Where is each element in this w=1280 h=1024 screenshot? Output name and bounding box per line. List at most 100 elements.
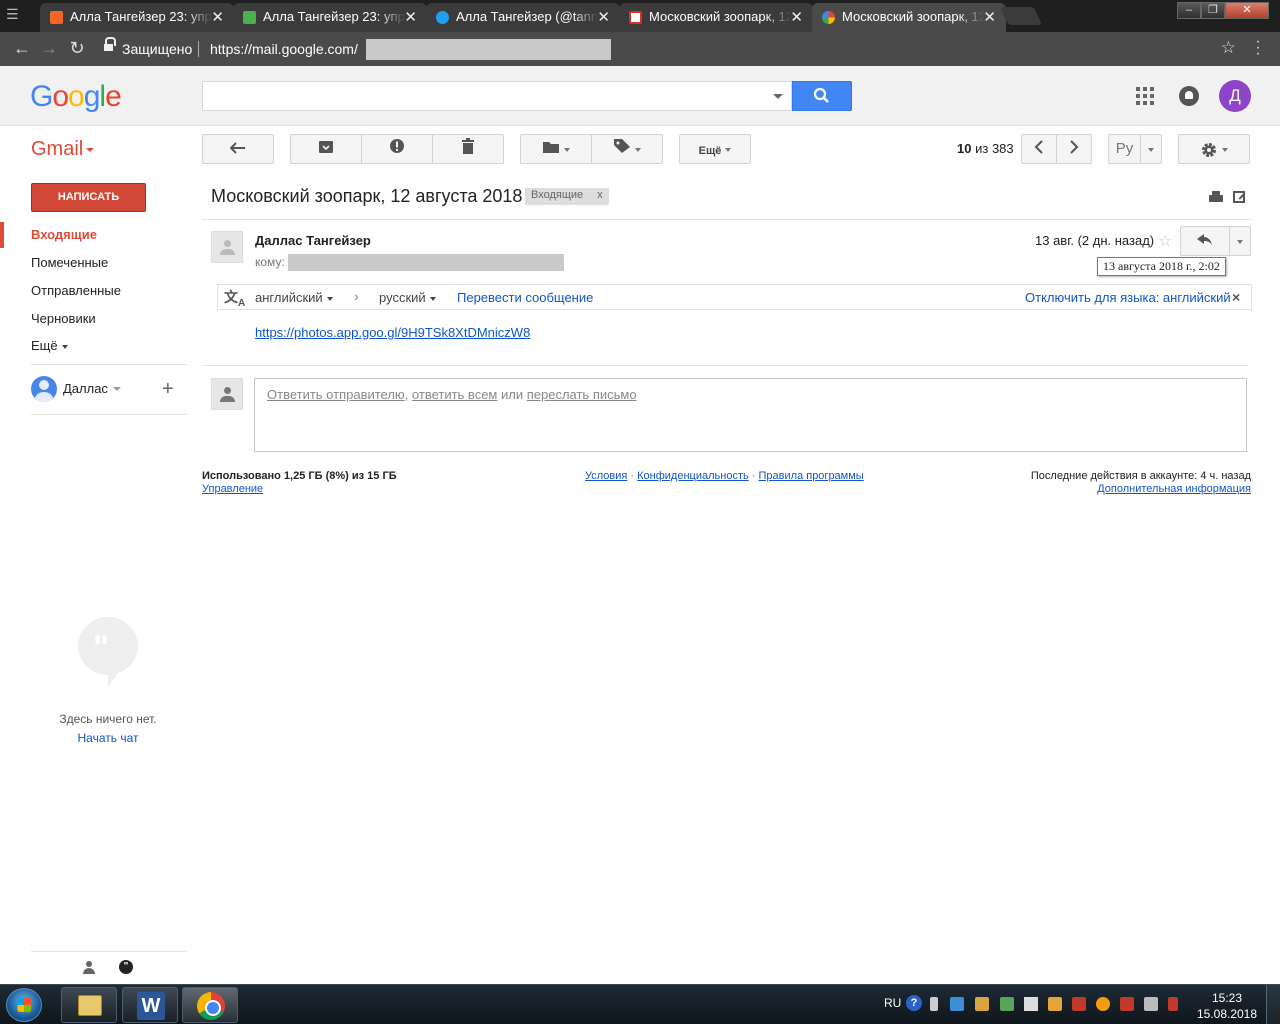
open-new-window-icon[interactable] <box>1233 191 1245 203</box>
nav-item-sent[interactable]: Отправленные <box>31 283 121 298</box>
menu-icon[interactable]: · · · <box>1252 34 1264 62</box>
search-button[interactable] <box>792 81 852 111</box>
move-to-button[interactable] <box>520 134 592 164</box>
tray-app-icon[interactable] <box>1072 997 1086 1011</box>
tab-close-icon[interactable]: ✕ <box>597 8 610 26</box>
search-icon <box>813 87 829 103</box>
back-to-inbox-button[interactable] <box>202 134 274 164</box>
contacts-person-icon[interactable] <box>82 961 96 975</box>
lock-icon <box>104 37 116 53</box>
account-avatar[interactable]: Д <box>1219 80 1251 112</box>
browser-tab[interactable]: Алла Тангейзер 23: упра ✕ <box>40 3 234 32</box>
tab-close-icon[interactable]: ✕ <box>211 8 224 26</box>
input-language-dropdown[interactable] <box>1140 134 1162 164</box>
new-chat-plus-icon[interactable]: + <box>162 379 174 399</box>
tray-update-icon[interactable] <box>1048 997 1062 1011</box>
start-chat-link[interactable]: Начать чат <box>31 731 185 745</box>
start-button[interactable] <box>6 988 42 1022</box>
nav-item-more[interactable]: Ещё <box>31 338 68 353</box>
labels-button[interactable] <box>591 134 663 164</box>
google-logo[interactable]: Google <box>30 80 122 114</box>
nav-item-inbox[interactable]: Входящие <box>31 227 97 242</box>
help-icon[interactable]: ? <box>906 995 922 1011</box>
language-indicator[interactable]: RU <box>884 996 901 1010</box>
browser-tab[interactable]: Алла Тангейзер 23: упра ✕ <box>233 3 427 32</box>
inbox-label-chip[interactable]: Входящие x <box>525 188 609 205</box>
taskbar-explorer[interactable] <box>61 987 117 1023</box>
show-desktop-button[interactable] <box>1266 985 1280 1024</box>
taskbar-word[interactable]: W <box>122 987 178 1023</box>
delete-button[interactable] <box>432 134 504 164</box>
reply-link[interactable]: Ответить отправителю <box>267 387 405 402</box>
tab-close-icon[interactable]: ✕ <box>983 8 996 26</box>
disable-translation-link[interactable]: Отключить для языка: английский <box>1025 290 1231 305</box>
sender-name[interactable]: Даллас Тангейзер <box>255 233 371 248</box>
reply-all-link[interactable]: ответить всем <box>412 387 497 402</box>
program-policies-link[interactable]: Правила программы <box>759 470 864 482</box>
tray-network-icon[interactable] <box>1144 997 1158 1011</box>
archive-button[interactable] <box>290 134 362 164</box>
tray-flag-icon[interactable] <box>930 997 938 1011</box>
chevron-down-icon[interactable] <box>86 148 94 152</box>
search-options-chevron-down-icon[interactable] <box>773 94 783 99</box>
address-bar[interactable]: Защищено https://mail.google.com/ ☆ <box>94 35 1244 63</box>
browser-tab[interactable]: Московский зоопарк, 12 ✕ <box>619 3 813 32</box>
print-icon[interactable] <box>1209 191 1223 203</box>
terms-link[interactable]: Условия <box>585 470 627 482</box>
minimize-button[interactable]: – <box>1177 2 1201 19</box>
browser-tab-active[interactable]: Московский зоопарк, 12 ✕ <box>812 3 1006 32</box>
clock[interactable]: 15:23 15.08.2018 <box>1196 990 1258 1022</box>
back-icon[interactable]: ← <box>10 37 34 61</box>
tray-action-center-icon[interactable] <box>1168 997 1178 1011</box>
forward-icon[interactable]: → <box>37 37 61 61</box>
nav-item-drafts[interactable]: Черновики <box>31 311 96 326</box>
nav-item-starred[interactable]: Помеченные <box>31 255 108 270</box>
window-menu-icon[interactable]: ☰ <box>6 6 26 24</box>
older-button[interactable] <box>1056 134 1092 164</box>
close-window-button[interactable]: ✕ <box>1225 2 1269 19</box>
tab-close-icon[interactable]: ✕ <box>404 8 417 26</box>
hangouts-avatar[interactable] <box>31 376 57 402</box>
report-spam-button[interactable] <box>361 134 433 164</box>
new-tab-button[interactable] <box>999 7 1043 25</box>
tray-monitor-icon[interactable] <box>950 997 964 1011</box>
close-icon[interactable]: × <box>1232 289 1240 305</box>
message-more-dropdown[interactable] <box>1229 226 1251 256</box>
newer-button[interactable] <box>1021 134 1057 164</box>
star-icon[interactable]: ☆ <box>1158 231 1172 251</box>
gmail-app-switcher[interactable]: Gmail <box>31 138 83 161</box>
url-text[interactable]: https://mail.google.com/ <box>210 41 358 57</box>
photos-link[interactable]: https://photos.app.goo.gl/9H9TSk8XtDMnic… <box>255 325 530 340</box>
tray-folder-icon[interactable] <box>975 997 989 1011</box>
translate-message-link[interactable]: Перевести сообщение <box>457 290 593 305</box>
forward-link[interactable]: переслать письмо <box>527 387 637 402</box>
remove-label-icon[interactable]: x <box>597 189 603 201</box>
hangouts-icon[interactable]: " <box>119 960 133 974</box>
tray-security-icon[interactable] <box>1000 997 1014 1011</box>
tray-pdf-icon[interactable] <box>1120 997 1134 1011</box>
search-input[interactable] <box>202 81 792 111</box>
chevron-down-icon[interactable] <box>113 387 121 391</box>
compose-button[interactable]: НАПИСАТЬ <box>31 183 146 212</box>
reply-button[interactable] <box>1180 226 1230 256</box>
target-language-select[interactable]: русский <box>379 290 436 305</box>
hangouts-account-name[interactable]: Даллас <box>63 381 108 396</box>
notifications-bell-icon[interactable] <box>1179 86 1199 106</box>
source-language-select[interactable]: английский <box>255 290 333 305</box>
speaker-muted-icon[interactable] <box>1024 997 1038 1011</box>
maximize-button[interactable]: ❐ <box>1201 2 1225 19</box>
apps-grid-icon[interactable] <box>1136 87 1154 105</box>
browser-tab[interactable]: Алла Тангейзер (@tann ✕ <box>426 3 620 32</box>
tray-warning-icon[interactable] <box>1096 997 1110 1011</box>
bookmark-star-icon[interactable]: ☆ <box>1221 38 1236 58</box>
input-language-button[interactable]: Ру <box>1108 134 1141 164</box>
tab-close-icon[interactable]: ✕ <box>790 8 803 26</box>
settings-button[interactable] <box>1178 134 1250 164</box>
manage-storage-link[interactable]: Управление <box>202 483 263 495</box>
taskbar-chrome[interactable] <box>182 987 238 1023</box>
reply-box[interactable]: Ответить отправителю, ответить всем или … <box>254 378 1247 452</box>
more-actions-button[interactable]: Ещё <box>679 134 751 164</box>
reload-icon[interactable]: ↻ <box>65 37 89 61</box>
activity-details-link[interactable]: Дополнительная информация <box>1097 483 1251 495</box>
privacy-link[interactable]: Конфиденциальность <box>637 470 749 482</box>
